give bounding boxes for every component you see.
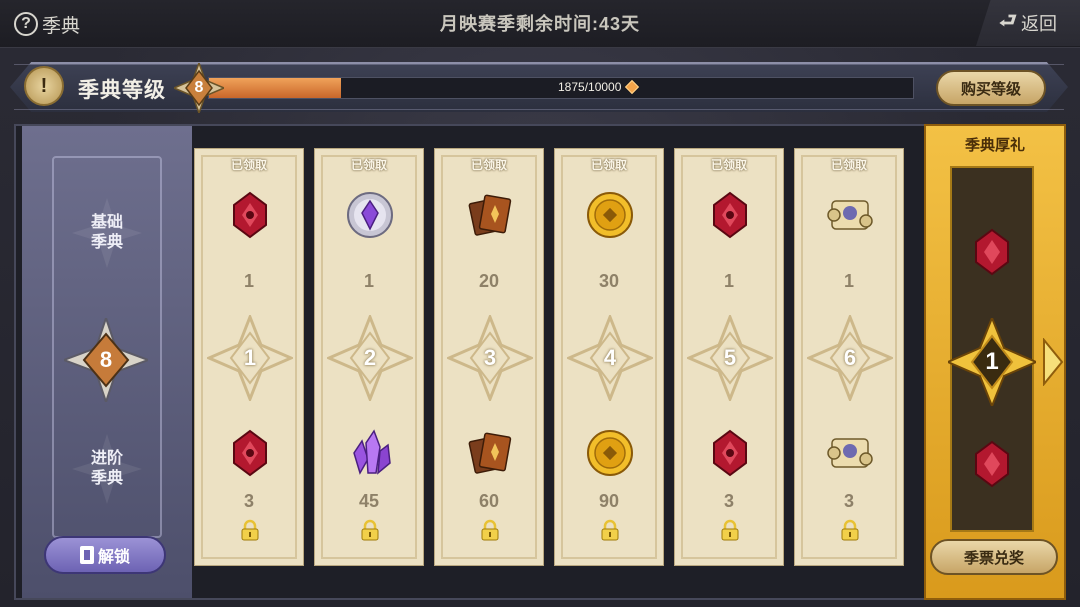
claimed-label: 已领取	[470, 158, 507, 172]
diamond-icon	[625, 79, 640, 95]
scroll-icon[interactable]	[826, 191, 874, 239]
lock-icon	[841, 519, 859, 541]
reward-column: 已领取 1 5 3	[674, 148, 784, 566]
basic-reward-quantity: 1	[843, 271, 854, 291]
advanced-reward-quantity: 3	[723, 491, 734, 511]
sidebar-level-badge: 8	[61, 314, 151, 406]
level-number: 8	[194, 79, 204, 96]
unlock-button[interactable]: 解锁	[44, 536, 166, 574]
level-number: 1	[243, 345, 257, 370]
claimed-label: 已领取	[350, 158, 387, 172]
purple-crystal-icon[interactable]	[346, 429, 394, 477]
advanced-reward-quantity: 60	[478, 491, 500, 511]
reward-column: 已领取 1 6 3	[794, 148, 904, 566]
red-gem-icon[interactable]	[226, 429, 274, 477]
sidebar-level-number: 8	[99, 347, 113, 372]
reward-column: 已领取 1 1 3	[194, 148, 304, 566]
level-star-badge: 3	[445, 312, 535, 404]
lock-icon	[481, 519, 499, 541]
advanced-reward-quantity: 90	[598, 491, 620, 511]
basic-reward-quantity: 20	[478, 271, 500, 291]
reward-column: 已领取 30 4 90	[554, 148, 664, 566]
buy-level-button[interactable]: 购买等级	[936, 70, 1046, 106]
basic-reward-quantity: 1	[363, 271, 374, 291]
progress-readout: 1875/10000	[558, 79, 640, 95]
red-gem-icon[interactable]	[706, 429, 754, 477]
level-star-badge: 2	[325, 312, 415, 404]
level-progress-fill	[209, 78, 341, 98]
back-label: 返回	[1021, 14, 1057, 34]
gold-coin-icon[interactable]	[586, 429, 634, 477]
unlock-label: 解锁	[97, 549, 130, 566]
claimed-label: 已领取	[590, 158, 627, 172]
scroll-icon[interactable]	[826, 429, 874, 477]
advanced-tier-label: 进阶 季典	[72, 434, 142, 504]
basic-tier-label: 基础 季典	[72, 198, 142, 268]
cards-icon[interactable]	[466, 191, 514, 239]
lock-icon	[241, 519, 259, 541]
claimed-label: 已领取	[710, 158, 747, 172]
level-number: 2	[363, 345, 377, 370]
claimed-label: 已领取	[230, 158, 267, 172]
red-gem-icon[interactable]	[226, 191, 274, 239]
reward-column: 已领取 20 3 60	[434, 148, 544, 566]
purple-crystal-coin-icon[interactable]	[346, 191, 394, 239]
back-button[interactable]: ⮐ 返回	[976, 0, 1080, 46]
level-number: 6	[843, 345, 857, 370]
info-exclamation-icon[interactable]: !	[24, 66, 64, 106]
advanced-reward-quantity: 3	[843, 491, 854, 511]
gold-coin-icon[interactable]	[586, 191, 634, 239]
season-gift-level: 1	[985, 348, 999, 375]
advanced-tier-text: 进阶 季典	[90, 450, 123, 487]
level-badge: 8	[172, 60, 226, 116]
reward-column: 已领取 1 2 45	[314, 148, 424, 566]
season-gift-title: 季典厚礼	[964, 137, 1025, 154]
basic-reward-quantity: 1	[723, 271, 734, 291]
next-arrow-icon[interactable]	[1042, 338, 1064, 386]
level-star-badge: 1	[205, 312, 295, 404]
advanced-reward-quantity: 3	[243, 491, 254, 511]
cards-icon[interactable]	[466, 429, 514, 477]
basic-reward-quantity: 1	[243, 271, 254, 291]
level-number: 3	[483, 345, 497, 370]
return-arrow-icon: ⮐	[999, 10, 1017, 32]
level-number: 5	[723, 345, 737, 370]
season-gift-level-badge: 1	[945, 315, 1039, 409]
level-star-badge: 6	[805, 312, 895, 404]
basic-reward-quantity: 30	[598, 271, 620, 291]
level-title: 季典等级	[78, 79, 166, 102]
ticket-icon	[79, 546, 94, 564]
redeem-ticket-button[interactable]: 季票兑奖	[930, 539, 1058, 575]
level-star-badge: 4	[565, 312, 655, 404]
level-star-badge: 5	[685, 312, 775, 404]
level-number: 4	[603, 345, 617, 370]
red-gem-icon	[975, 440, 1009, 488]
lock-icon	[601, 519, 619, 541]
top-bar: ? 季典 月映赛季剩余时间:43天 ⮐ 返回	[0, 0, 1080, 48]
progress-value: 1875/10000	[558, 80, 622, 94]
red-gem-icon[interactable]	[706, 191, 754, 239]
lock-icon	[721, 519, 739, 541]
basic-tier-text: 基础 季典	[90, 214, 123, 251]
lock-icon	[361, 519, 379, 541]
red-gem-icon	[975, 228, 1009, 276]
season-time-remaining: 月映赛季剩余时间:43天	[439, 14, 640, 34]
claimed-label: 已领取	[830, 158, 867, 172]
advanced-reward-quantity: 45	[358, 491, 380, 511]
